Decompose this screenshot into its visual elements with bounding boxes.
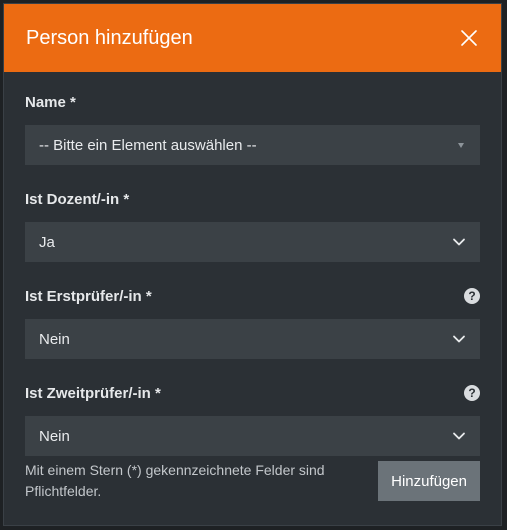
first-examiner-select[interactable]: Nein [25,319,480,359]
dialog-body: Name * -- Bitte ein Element auswählen --… [4,72,501,456]
name-field: Name * -- Bitte ein Element auswählen -- [25,92,480,165]
second-examiner-select-value: Nein [39,427,70,445]
lecturer-label: Ist Dozent/-in * [25,190,130,208]
lecturer-field: Ist Dozent/-in * Ja [25,189,480,262]
close-button[interactable] [457,26,481,50]
help-icon[interactable]: ? [464,288,480,304]
first-examiner-select-value: Nein [39,330,70,348]
first-examiner-label: Ist Erstprüfer/-in * [25,287,152,305]
second-examiner-label: Ist Zweitprüfer/-in * [25,384,161,402]
add-person-dialog: Person hinzufügen Name * -- Bitte ein El… [3,3,502,526]
dialog-header: Person hinzufügen [4,4,501,72]
help-icon[interactable]: ? [464,385,480,401]
chevron-down-icon [453,238,465,246]
add-button[interactable]: Hinzufügen [378,461,480,501]
second-examiner-select[interactable]: Nein [25,416,480,456]
close-icon [461,30,477,46]
first-examiner-field: Ist Erstprüfer/-in * ? Nein [25,286,480,359]
dialog-footer: Mit einem Stern (*) gekennzeichnete Feld… [25,460,480,502]
name-select-value: -- Bitte ein Element auswählen -- [39,136,257,154]
second-examiner-field: Ist Zweitprüfer/-in * ? Nein [25,383,480,456]
lecturer-select[interactable]: Ja [25,222,480,262]
name-select[interactable]: -- Bitte ein Element auswählen -- [25,125,480,165]
chevron-down-icon [453,432,465,440]
caret-down-icon [458,142,464,148]
required-fields-note: Mit einem Stern (*) gekennzeichnete Feld… [25,462,325,499]
chevron-down-icon [453,335,465,343]
name-label: Name * [25,93,76,111]
lecturer-select-value: Ja [39,233,55,251]
dialog-title: Person hinzufügen [26,26,193,49]
